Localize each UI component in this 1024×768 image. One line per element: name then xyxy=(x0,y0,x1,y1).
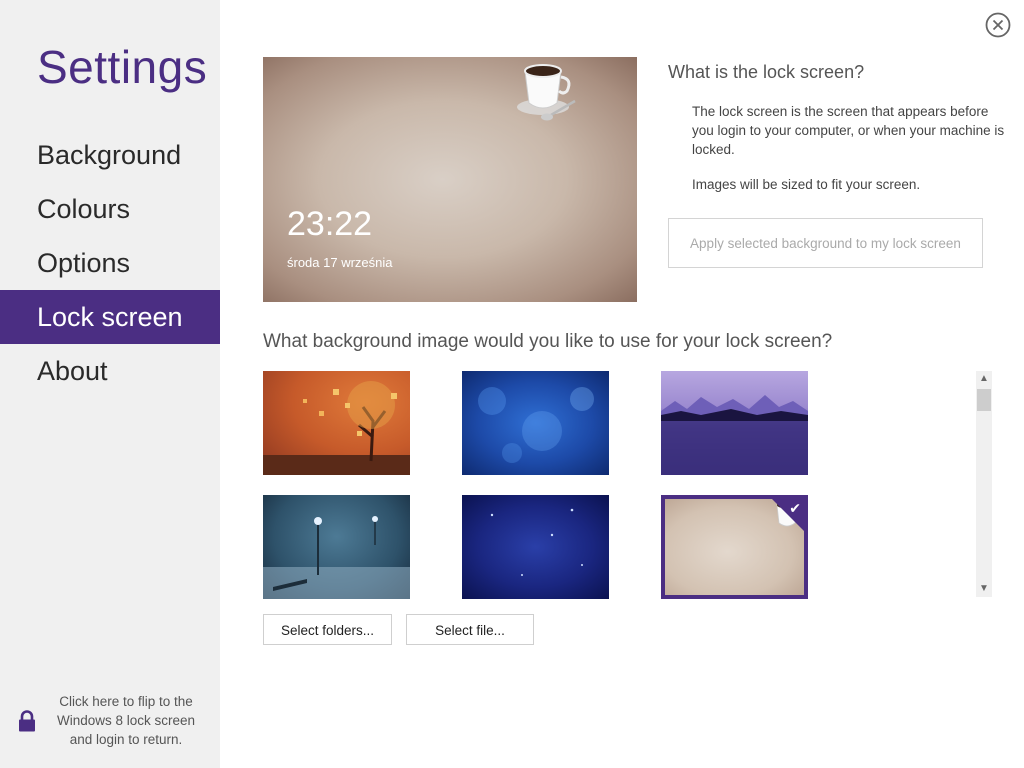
select-file-button[interactable]: Select file... xyxy=(406,614,534,645)
close-icon[interactable] xyxy=(985,12,1011,38)
sidebar-item-about[interactable]: About xyxy=(0,344,220,398)
settings-title: Settings xyxy=(37,41,208,93)
starry-night-image xyxy=(490,508,583,576)
select-folders-button[interactable]: Select folders... xyxy=(263,614,392,645)
background-thumbnail[interactable] xyxy=(661,371,808,475)
scroll-up-icon[interactable]: ▲ xyxy=(976,371,992,387)
scroll-thumb[interactable] xyxy=(977,389,991,411)
background-thumbnail[interactable] xyxy=(263,495,410,599)
background-thumbnail[interactable] xyxy=(462,495,609,599)
autumn-tree-image xyxy=(263,381,410,475)
sidebar-item-colours[interactable]: Colours xyxy=(0,182,220,236)
sidebar-nav: Background Colours Options Lock screen A… xyxy=(0,128,220,398)
sidebar: Settings Background Colours Options Lock… xyxy=(0,0,220,768)
lock-screen-heading: What is the lock screen? xyxy=(668,62,865,82)
checkmark-icon: ✔ xyxy=(789,500,801,516)
background-thumbnail[interactable] xyxy=(263,371,410,475)
winter-park-image xyxy=(263,516,410,599)
lock-screen-preview: 23:22 środa 17 września xyxy=(263,57,637,302)
background-thumbnail[interactable] xyxy=(462,371,609,475)
lock-flip-link[interactable]: Click here to flip to the Windows 8 lock… xyxy=(0,692,220,752)
blue-bokeh-image xyxy=(478,387,594,463)
scroll-down-icon[interactable]: ▼ xyxy=(976,581,992,597)
sidebar-item-background[interactable]: Background xyxy=(0,128,220,182)
lock-screen-description: The lock screen is the screen that appea… xyxy=(692,104,1005,157)
apply-background-button[interactable]: Apply selected background to my lock scr… xyxy=(668,218,983,268)
sidebar-item-options[interactable]: Options xyxy=(0,236,220,290)
coffee-cup-icon xyxy=(517,64,576,121)
lock-icon xyxy=(19,710,35,732)
gallery-scrollbar[interactable]: ▲ ▼ xyxy=(976,371,992,597)
lock-flip-text: Click here to flip to the Windows 8 lock… xyxy=(56,694,196,747)
preview-date: środa 17 września xyxy=(287,255,393,270)
lock-screen-sizing-note: Images will be sized to fit your screen. xyxy=(692,177,921,192)
preview-time: 23:22 xyxy=(287,205,373,243)
background-thumbnail-selected[interactable]: ✔ xyxy=(661,495,808,599)
mountain-lake-image xyxy=(661,395,808,475)
gallery-question: What background image would you like to … xyxy=(263,331,833,352)
sidebar-item-lock-screen[interactable]: Lock screen xyxy=(0,290,220,344)
